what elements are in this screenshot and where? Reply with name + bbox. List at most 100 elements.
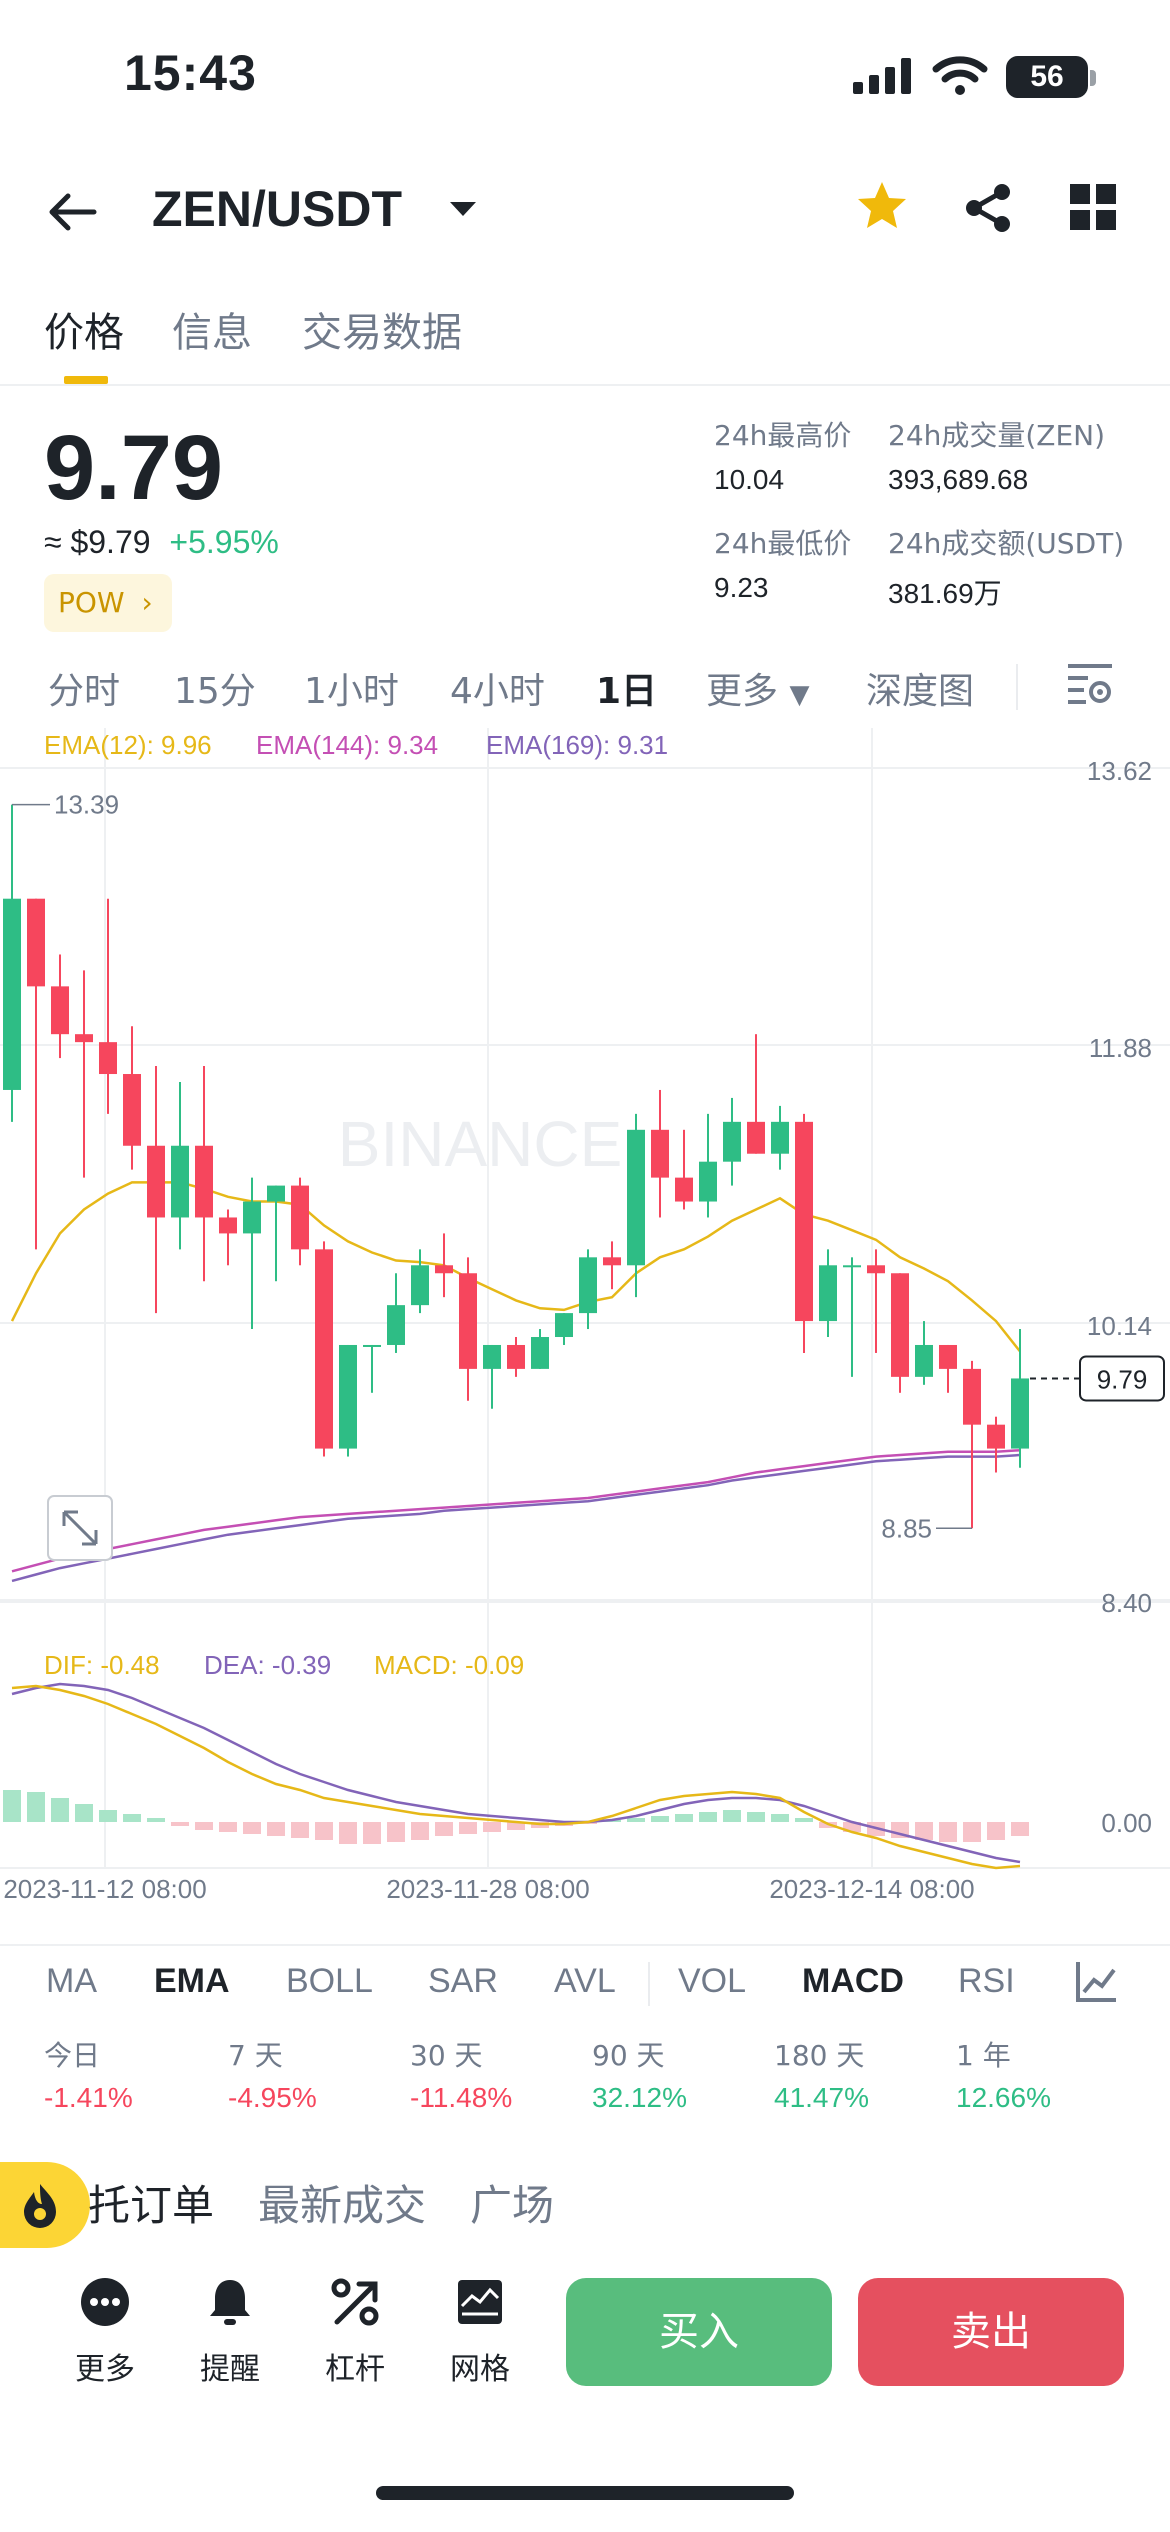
candle-body [915, 1344, 933, 1377]
candle-body [795, 1121, 813, 1322]
indicator-ma[interactable]: MA [46, 1962, 97, 2001]
candle-body [723, 1121, 741, 1162]
layout-grid-icon[interactable] [1070, 184, 1116, 230]
tab-trading-data[interactable]: 交易数据 [302, 300, 462, 358]
macd-hist-bar [75, 1804, 93, 1822]
performance-row: 今日 -1.41% 7 天 -4.95% 30 天 -11.48% 90 天 3… [0, 2034, 1170, 2144]
subtab-latest-trades[interactable]: 最新成交 [258, 2172, 426, 2233]
macd-hist-bar [795, 1818, 813, 1822]
candle-body [627, 1129, 645, 1266]
bottom-action-bar: 更多 提醒 杠杆 网格 买入 卖出 [0, 2270, 1170, 2410]
interval-15m[interactable]: 15分 [174, 662, 256, 714]
macd-hist-bar [219, 1822, 237, 1832]
interval-time-share[interactable]: 分时 [48, 662, 120, 714]
caret-down-icon[interactable] [446, 192, 480, 226]
indicator-vol[interactable]: VOL [678, 1962, 746, 2001]
x-tick-label: 2023-12-14 08:00 [769, 1874, 974, 1904]
pair-title[interactable]: ZEN/USDT [152, 180, 402, 238]
candle-body [339, 1344, 357, 1449]
more-icon [81, 2278, 129, 2326]
y-tick-label: 11.88 [1089, 1033, 1152, 1063]
candle-body [963, 1368, 981, 1425]
perf-value: -11.48% [410, 2082, 513, 2113]
battery-tip [1090, 70, 1096, 86]
nav-bar: ZEN/USDT [0, 160, 1170, 260]
macd-legend-label: DEA: -0.39 [204, 1650, 331, 1680]
favorite-star-icon[interactable] [854, 178, 910, 234]
action-grid-bot[interactable]: 网格 [430, 2276, 530, 2388]
hot-badge[interactable] [0, 2162, 90, 2248]
candle-body [411, 1265, 429, 1306]
tab-price[interactable]: 价格 [44, 300, 124, 358]
indicator-sar[interactable]: SAR [428, 1962, 498, 2001]
candle-body [1011, 1378, 1029, 1449]
macd-hist-bar [315, 1822, 333, 1840]
stat-low-label: 24h最低价 [714, 527, 852, 560]
perf-label: 30 天 [410, 2039, 483, 2072]
candle-body [195, 1145, 213, 1218]
macd-hist-bar [483, 1822, 501, 1832]
indicator-settings-icon[interactable] [1074, 1960, 1118, 2004]
pow-tag[interactable]: POW › [44, 574, 172, 632]
candle-body [51, 986, 69, 1035]
candle-body [987, 1424, 1005, 1449]
perf-label: 7 天 [228, 2039, 283, 2072]
share-icon[interactable] [960, 180, 1016, 236]
stat-vol-base-label: 24h成交量(ZEN) [888, 419, 1106, 452]
candle-body [891, 1273, 909, 1377]
macd-legend-label: MACD: -0.09 [374, 1650, 524, 1680]
perf-value: 41.47% [774, 2082, 869, 2113]
macd-hist-bar [171, 1822, 189, 1826]
interval-1h[interactable]: 1小时 [304, 662, 399, 714]
buy-button[interactable]: 买入 [566, 2278, 832, 2386]
sell-button[interactable]: 卖出 [858, 2278, 1124, 2386]
candle-body [315, 1249, 333, 1449]
action-alert-label: 提醒 [200, 2352, 260, 2387]
candle-body [939, 1344, 957, 1369]
subtab-order-book[interactable]: 托订单 [88, 2172, 214, 2233]
subtab-square[interactable]: 广场 [470, 2172, 554, 2233]
candle-body [651, 1129, 669, 1178]
perf-label: 180 天 [774, 2039, 865, 2072]
interval-more[interactable]: 更多 ▼ [706, 662, 809, 714]
macd-dif-line [11, 1684, 1021, 1870]
candle-body [867, 1265, 885, 1274]
y-tick-label: 13.62 [1087, 756, 1152, 786]
candle-body [531, 1337, 549, 1369]
candle-body [483, 1344, 501, 1369]
indicator-boll[interactable]: BOLL [286, 1962, 373, 2001]
kline-chart[interactable]: BINANCE 13.62 11.88 10.14 8.40 EMA(12): 9.96 E… [0, 728, 1170, 1932]
back-arrow-icon[interactable] [44, 184, 100, 240]
indicator-macd[interactable]: MACD [802, 1962, 904, 2001]
action-leverage-label: 杠杆 [325, 2352, 385, 2387]
perf-label: 今日 [44, 2039, 101, 2072]
candle-body [843, 1265, 861, 1268]
tab-info[interactable]: 信息 [172, 300, 252, 358]
low-marker-label: 8.85 [881, 1513, 932, 1543]
macd-hist-bar [3, 1790, 21, 1822]
macd-hist-bar [363, 1822, 381, 1844]
cellular-signal-icon [853, 58, 911, 94]
action-alert[interactable]: 提醒 [180, 2276, 280, 2388]
macd-hist-bar [147, 1818, 165, 1822]
home-indicator [376, 2486, 794, 2500]
x-tick-label: 2023-11-12 08:00 [3, 1874, 206, 1904]
interval-1d[interactable]: 1日 [596, 662, 657, 714]
status-bar: 15:43 56 [0, 0, 1170, 150]
indicator-avl[interactable]: AVL [554, 1962, 616, 2001]
macd-hist-bar [939, 1822, 957, 1842]
grid-bot-icon [458, 2280, 502, 2324]
candle-body [435, 1265, 453, 1274]
macd-hist-bar [747, 1812, 765, 1822]
action-more[interactable]: 更多 [55, 2276, 155, 2388]
macd-hist-bar [963, 1822, 981, 1842]
candle-body [459, 1273, 477, 1369]
action-leverage[interactable]: 杠杆 [305, 2276, 405, 2388]
indicator-bar: MA EMA BOLL SAR AVL VOL MACD RSI [0, 1944, 1170, 2020]
indicator-ema[interactable]: EMA [154, 1962, 230, 2001]
chart-settings-icon[interactable] [1066, 660, 1114, 708]
interval-4h[interactable]: 4小时 [450, 662, 545, 714]
interval-depth[interactable]: 深度图 [866, 662, 974, 714]
indicator-rsi[interactable]: RSI [958, 1962, 1015, 2001]
candle-body [219, 1217, 237, 1234]
